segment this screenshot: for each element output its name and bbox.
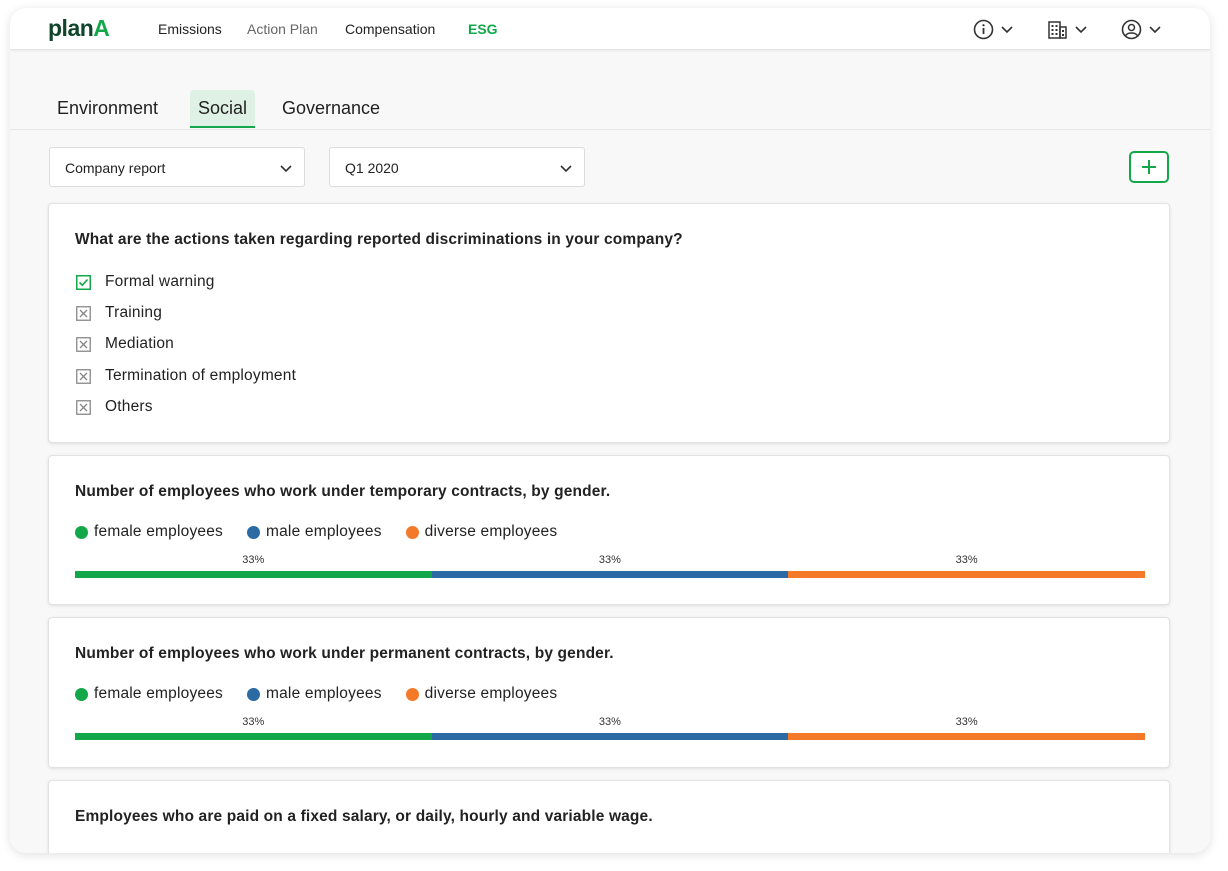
legend-dot (75, 525, 88, 539)
report-select[interactable]: Company report (49, 147, 305, 187)
wage-types-card: Employees who are paid on a fixed salary… (48, 780, 1170, 853)
bar-segment-male (431, 571, 789, 578)
plana-logo[interactable]: planA (48, 15, 110, 42)
temporary-contracts-card: Number of employees who work under tempo… (48, 455, 1170, 605)
chevron-down-icon (560, 165, 572, 173)
option-termination: Termination of employment (76, 366, 296, 386)
bar-labels: 33% 33% 33% (75, 554, 1145, 570)
bar-segment-female (75, 571, 432, 578)
user-menu[interactable] (1121, 18, 1162, 40)
tab-environment[interactable]: Environment (49, 90, 166, 128)
tab-social[interactable]: Social (190, 90, 256, 128)
crossed-box-icon (76, 399, 91, 415)
discrimination-question: What are the actions taken regarding rep… (75, 231, 683, 248)
option-label: Termination of employment (105, 367, 297, 384)
temporary-question: Number of employees who work under tempo… (75, 483, 611, 500)
bar-label-female: 33% (242, 716, 265, 728)
legend-dot (75, 687, 88, 701)
option-others: Others (76, 397, 153, 417)
info-menu[interactable] (973, 18, 1014, 40)
legend-dot (247, 525, 260, 539)
temporary-legend: female employees male employees diverse … (75, 523, 557, 541)
period-select[interactable]: Q1 2020 (329, 147, 585, 187)
plus-icon (1142, 160, 1156, 174)
legend-label: female employees (94, 685, 223, 702)
permanent-legend: female employees male employees diverse … (75, 685, 557, 703)
legend-label: male employees (266, 523, 382, 540)
legend-label: diverse employees (424, 523, 558, 540)
legend-male: male employees (247, 685, 382, 703)
bar-label-male: 33% (598, 716, 621, 728)
chevron-down-icon (1149, 26, 1161, 34)
stacked-bar (75, 733, 1145, 740)
discrimination-actions-card: What are the actions taken regarding rep… (48, 203, 1170, 443)
option-label: Training (105, 304, 163, 321)
crossed-box-icon (76, 305, 91, 321)
chevron-down-icon (1075, 26, 1087, 34)
temporary-bar: 33% 33% 33% (75, 554, 1145, 578)
bar-label-female: 33% (242, 554, 265, 566)
nav-emissions[interactable]: Emissions (158, 21, 222, 37)
legend-label: male employees (266, 685, 382, 702)
bar-label-male: 33% (598, 554, 621, 566)
stacked-bar (75, 571, 1145, 578)
legend-dot (247, 687, 260, 701)
crossed-box-icon (76, 336, 91, 352)
wages-question: Employees who are paid on a fixed salary… (75, 808, 653, 825)
legend-diverse: diverse employees (405, 685, 558, 703)
report-select-value: Company report (65, 160, 166, 176)
legend-female: female employees (75, 523, 223, 541)
bar-label-diverse: 33% (955, 554, 978, 566)
legend-diverse: diverse employees (405, 523, 558, 541)
bar-segment-male (431, 733, 789, 740)
add-button[interactable] (1129, 151, 1169, 183)
bar-segment-diverse (788, 733, 1145, 740)
legend-male: male employees (247, 523, 382, 541)
building-icon (1048, 20, 1067, 39)
crossed-box-icon (76, 368, 91, 384)
tabs-divider (10, 129, 1210, 130)
checked-box-icon (76, 274, 91, 290)
option-label: Formal warning (105, 273, 215, 290)
permanent-contracts-card: Number of employees who work under perma… (48, 617, 1170, 768)
legend-dot (405, 687, 419, 701)
bar-labels: 33% 33% 33% (75, 716, 1145, 732)
legend-label: female employees (94, 523, 223, 540)
period-select-value: Q1 2020 (345, 160, 399, 176)
legend-label: diverse employees (424, 685, 558, 702)
bar-label-diverse: 33% (955, 716, 978, 728)
legend-dot (405, 525, 419, 539)
chevron-down-icon (1001, 26, 1013, 34)
permanent-bar: 33% 33% 33% (75, 716, 1145, 740)
nav-action-plan[interactable]: Action Plan (247, 21, 318, 37)
info-icon (973, 19, 994, 39)
option-formal-warning: Formal warning (76, 272, 215, 292)
nav-esg[interactable]: ESG (468, 21, 498, 37)
chevron-down-icon (280, 165, 292, 173)
option-mediation: Mediation (76, 334, 174, 354)
bar-segment-diverse (788, 571, 1145, 578)
option-label: Mediation (105, 335, 175, 352)
top-navigation: planA Emissions Action Plan Compensation… (10, 8, 1210, 50)
company-menu[interactable] (1047, 18, 1088, 40)
tab-governance[interactable]: Governance (274, 90, 388, 128)
user-circle-icon (1121, 19, 1142, 39)
option-label: Others (105, 398, 153, 415)
permanent-question: Number of employees who work under perma… (75, 645, 614, 662)
option-training: Training (76, 303, 162, 323)
bar-segment-female (75, 733, 432, 740)
app-window: planA Emissions Action Plan Compensation… (10, 8, 1210, 853)
legend-female: female employees (75, 685, 223, 703)
nav-compensation[interactable]: Compensation (345, 21, 435, 37)
